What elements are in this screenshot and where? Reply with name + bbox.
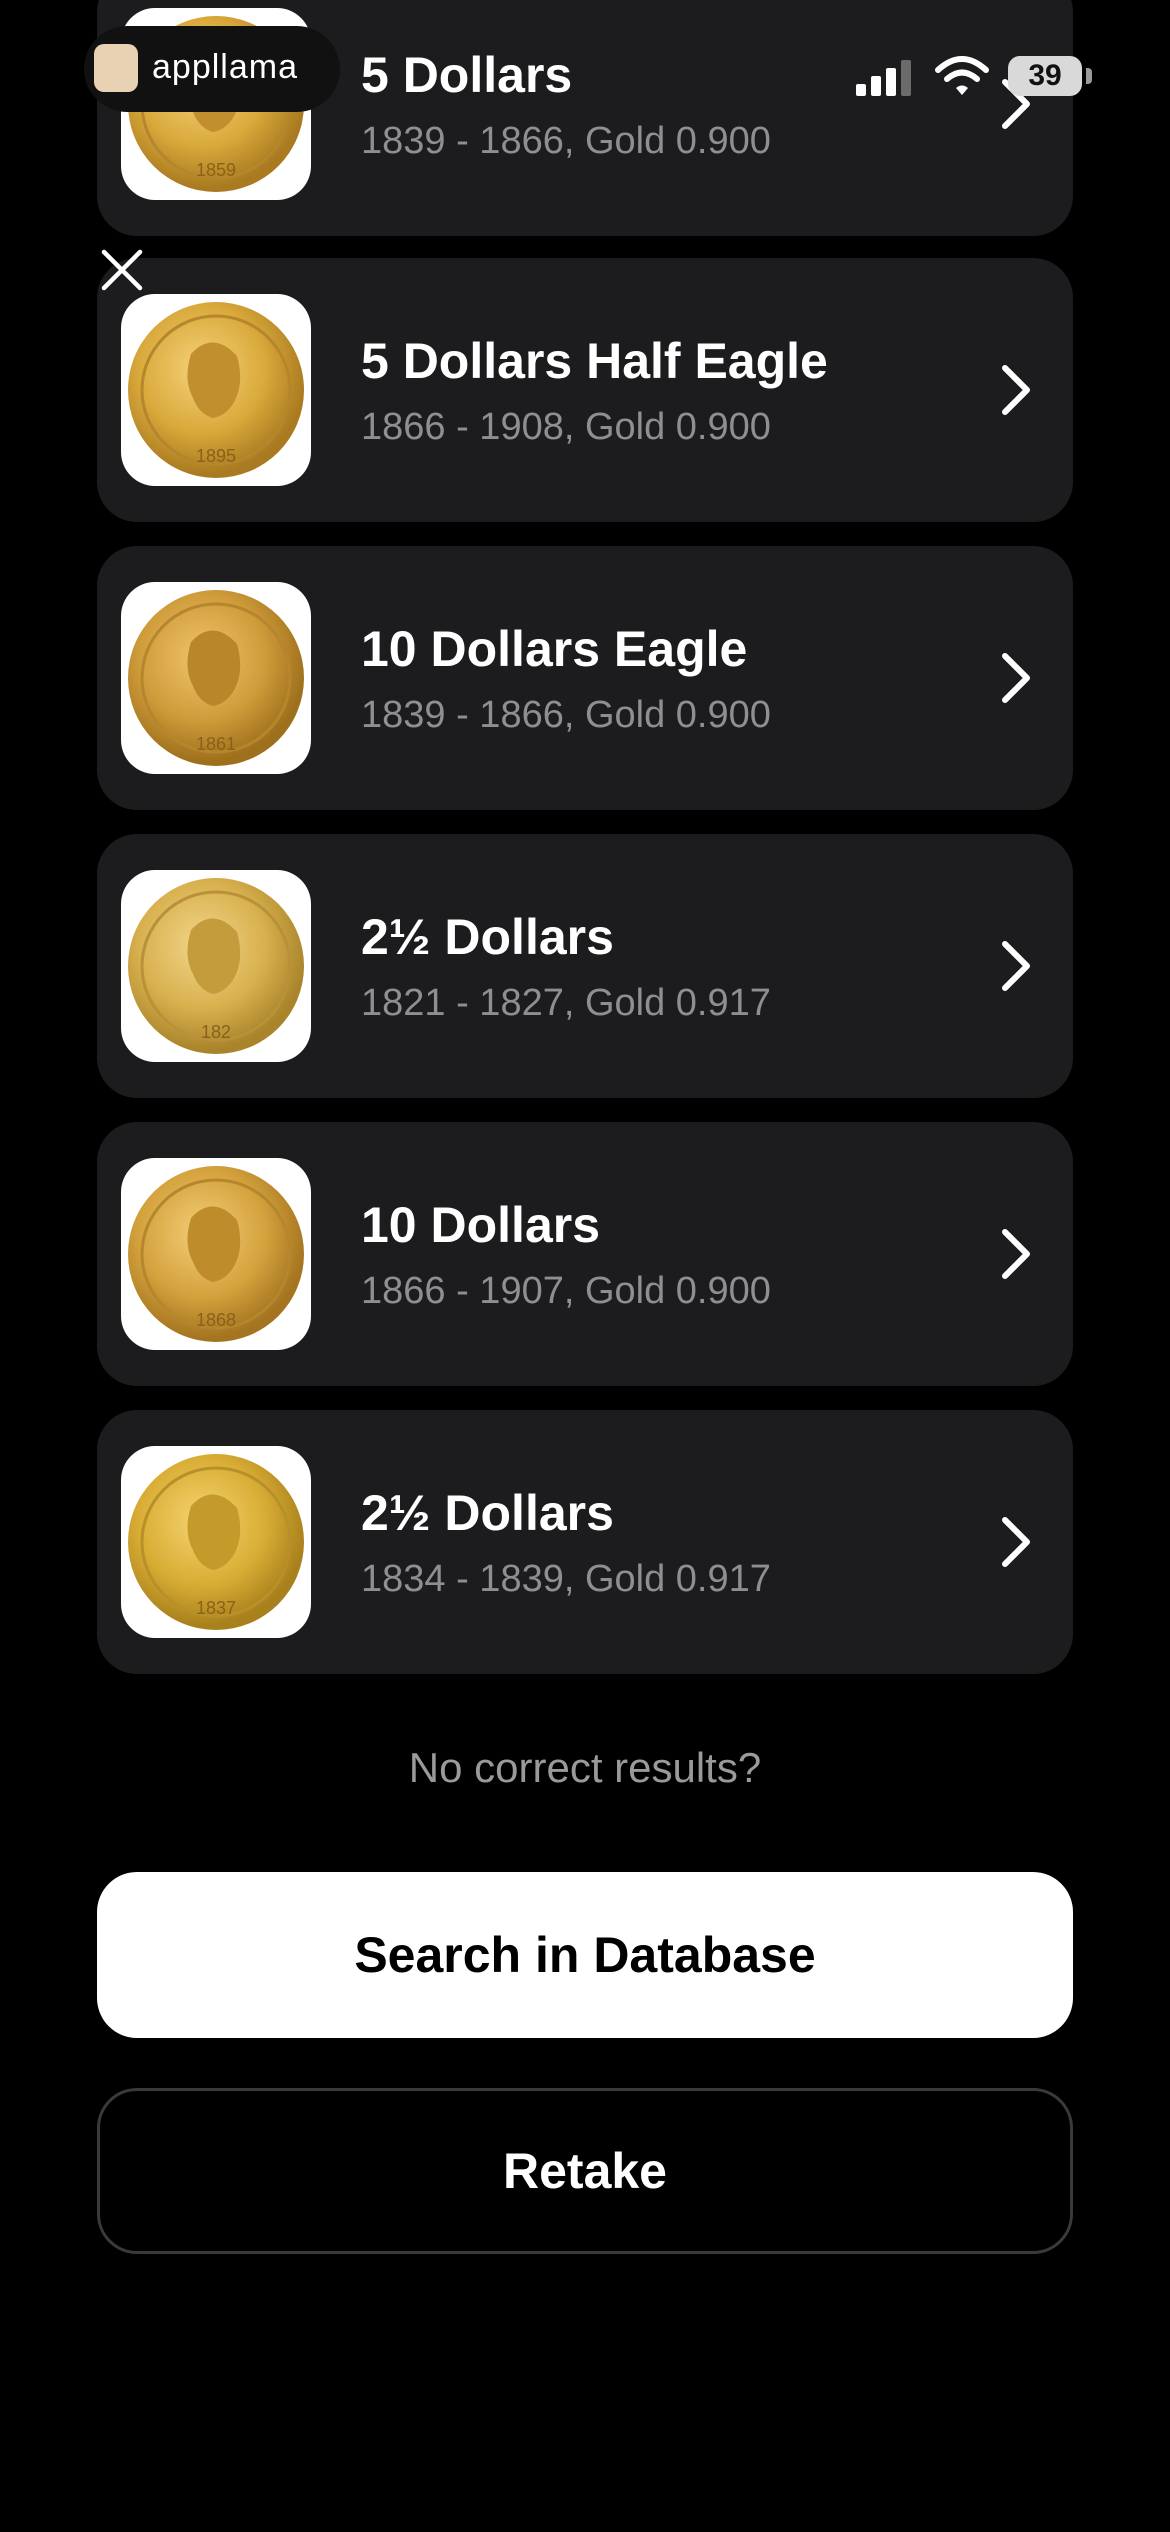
result-card[interactable]: 1868 10 Dollars 1866 - 1907, Gold 0.900 [97, 1122, 1073, 1386]
result-card[interactable]: 1861 10 Dollars Eagle 1839 - 1866, Gold … [97, 546, 1073, 810]
coin-subtitle: 1821 - 1827, Gold 0.917 [361, 982, 771, 1024]
chevron-right-icon [1002, 1517, 1030, 1567]
app-label: appllama [152, 48, 298, 86]
battery-icon: 39 [1008, 56, 1082, 96]
svg-text:1837: 1837 [196, 1598, 236, 1618]
result-card[interactable]: 182 2½ Dollars 1821 - 1827, Gold 0.917 [97, 834, 1073, 1098]
coin-image: 1868 [121, 1158, 311, 1350]
search-database-button[interactable]: Search in Database [97, 1872, 1073, 2038]
coin-image: 1895 [121, 294, 311, 486]
coin-image: 1861 [121, 582, 311, 774]
result-card[interactable]: 1895 5 Dollars Half Eagle 1866 - 1908, G… [97, 258, 1073, 522]
coin-image: 1837 [121, 1446, 311, 1638]
coin-title: 2½ Dollars [361, 1485, 614, 1541]
result-card[interactable]: 1837 2½ Dollars 1834 - 1839, Gold 0.917 [97, 1410, 1073, 1674]
coin-title: 2½ Dollars [361, 909, 614, 965]
chevron-right-icon [1002, 1229, 1030, 1279]
svg-text:1861: 1861 [196, 734, 236, 754]
status-bar: appllama 39 [0, 0, 1170, 150]
retake-button[interactable]: Retake [97, 2088, 1073, 2254]
llama-icon [94, 44, 138, 92]
no-results-prompt: No correct results? [408, 1744, 762, 1791]
coin-title: 5 Dollars Half Eagle [361, 333, 828, 389]
wifi-icon [935, 56, 989, 95]
battery-tip [1086, 68, 1092, 84]
coin-subtitle: 1839 - 1866, Gold 0.900 [361, 694, 771, 736]
coin-title: 10 Dollars Eagle [361, 621, 748, 677]
svg-text:1895: 1895 [196, 446, 236, 466]
coin-title: 10 Dollars [361, 1197, 601, 1253]
svg-text:1868: 1868 [196, 1310, 236, 1330]
svg-text:182: 182 [201, 1022, 231, 1042]
svg-text:1859: 1859 [196, 160, 236, 180]
screen-recorder-pill: appllama [84, 26, 340, 112]
chevron-right-icon [1002, 941, 1030, 991]
coin-subtitle: 1834 - 1839, Gold 0.917 [361, 1558, 771, 1600]
close-icon[interactable] [98, 246, 146, 294]
coin-subtitle: 1866 - 1908, Gold 0.900 [361, 406, 771, 448]
cellular-signal-icon [856, 60, 911, 96]
chevron-right-icon [1002, 365, 1030, 415]
coin-subtitle: 1866 - 1907, Gold 0.900 [361, 1270, 771, 1312]
chevron-right-icon [1002, 653, 1030, 703]
coin-image: 182 [121, 870, 311, 1062]
